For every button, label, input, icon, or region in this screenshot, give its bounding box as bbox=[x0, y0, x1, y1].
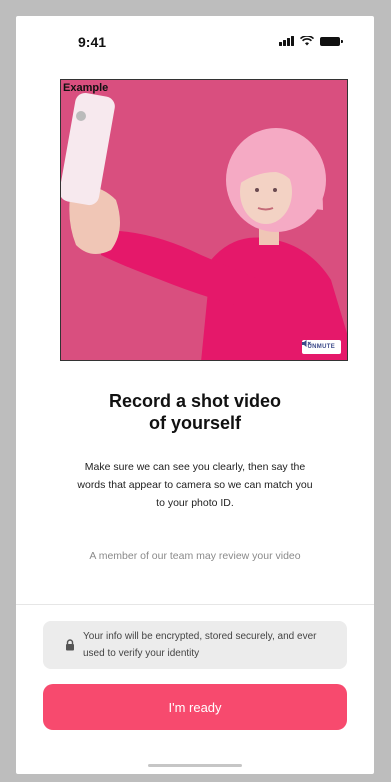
status-icons bbox=[279, 36, 343, 46]
privacy-info-box: Your info will be encrypted, stored secu… bbox=[43, 621, 347, 669]
selfie-illustration bbox=[61, 80, 347, 360]
page-title: Record a shot video of yourself bbox=[16, 390, 374, 434]
video-label: Example bbox=[63, 82, 109, 94]
lock-icon bbox=[66, 639, 74, 651]
unmute-label: UNMUTE bbox=[307, 344, 335, 350]
speaker-muted-icon bbox=[301, 340, 311, 347]
battery-icon bbox=[320, 36, 343, 46]
title-line-1: Record a shot video bbox=[108, 391, 282, 411]
instructions-text: Make sure we can see you clearly, then s… bbox=[77, 461, 313, 509]
wifi-icon bbox=[300, 36, 314, 46]
status-time: 9:41 bbox=[78, 34, 107, 50]
status-bar: 9:41 bbox=[16, 16, 374, 66]
example-video[interactable]: Example UNMUTE bbox=[60, 79, 348, 361]
phone-screen: 9:41 Example UNMUTE Record a shot video … bbox=[16, 16, 374, 774]
privacy-info-text: Your info will be encrypted, stored secu… bbox=[83, 631, 317, 659]
review-note: A member of our team may review your vid… bbox=[89, 550, 301, 562]
cellular-signal-icon bbox=[279, 36, 294, 46]
divider bbox=[16, 604, 374, 605]
home-indicator bbox=[148, 764, 242, 767]
title-line-2: of yourself bbox=[148, 413, 241, 433]
unmute-button[interactable]: UNMUTE bbox=[301, 340, 341, 354]
im-ready-button[interactable]: I'm ready bbox=[43, 684, 347, 730]
